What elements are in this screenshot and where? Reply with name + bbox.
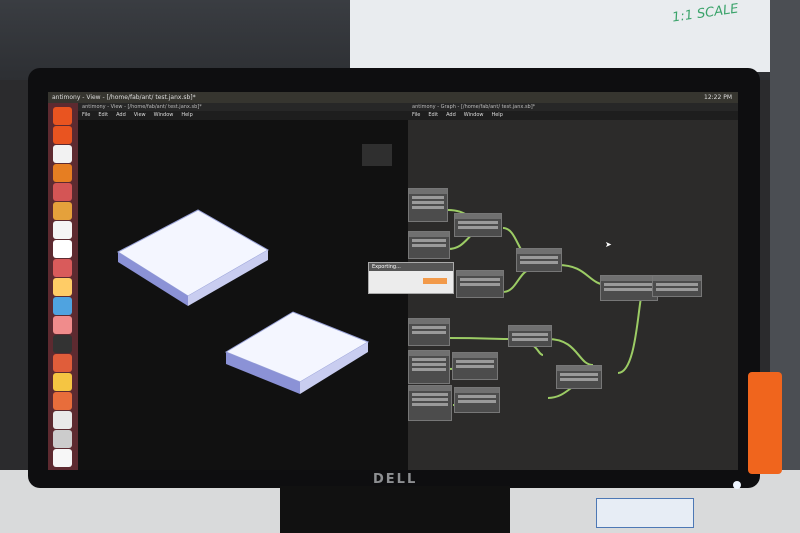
launcher-app-icon[interactable]: [53, 278, 72, 296]
launcher-app-icon[interactable]: [53, 145, 72, 163]
graph-node[interactable]: [652, 275, 702, 297]
business-card: [596, 498, 694, 528]
launcher-app-icon[interactable]: [53, 221, 72, 239]
screen: antimony - View - [/home/fab/ant/ test.j…: [48, 92, 738, 470]
wire: [447, 337, 509, 340]
launcher-app-icon[interactable]: [53, 392, 72, 410]
launcher-app-icon[interactable]: [53, 107, 72, 125]
active-window-title: antimony - View - [/home/fab/ant/ test.j…: [52, 94, 196, 101]
monitor-stand: [280, 486, 510, 533]
graph-node[interactable]: [408, 350, 450, 384]
wire: [617, 292, 644, 374]
viewport-cross-marker: [362, 144, 392, 166]
exporting-dialog[interactable]: Exporting...: [368, 262, 454, 294]
monitor-brand: DELL: [373, 472, 418, 487]
graph-node[interactable]: [556, 365, 602, 389]
graph-node[interactable]: [456, 270, 504, 298]
graph-node[interactable]: [508, 325, 552, 347]
view-menu-window[interactable]: Window: [154, 112, 174, 118]
launcher-app-icon[interactable]: [53, 316, 72, 334]
launcher-app-icon[interactable]: [53, 373, 72, 391]
view-menu-add[interactable]: Add: [116, 112, 126, 118]
3d-viewport[interactable]: [78, 120, 408, 470]
model-part-top: [116, 209, 270, 297]
unity-launcher: [48, 103, 78, 470]
launcher-app-icon[interactable]: [53, 183, 72, 201]
progress-bar: [423, 278, 447, 284]
clock: 12:22 PM: [704, 94, 732, 101]
ubuntu-top-panel: antimony - View - [/home/fab/ant/ test.j…: [48, 92, 738, 103]
launcher-app-icon[interactable]: [53, 259, 72, 277]
mouse-cursor-icon: ➤: [605, 240, 612, 249]
launcher-app-icon[interactable]: [53, 430, 72, 448]
launcher-app-icon[interactable]: [53, 335, 72, 353]
graph-node[interactable]: [454, 387, 500, 413]
launcher-app-icon[interactable]: [53, 202, 72, 220]
wire: [547, 338, 594, 366]
view-menu-edit[interactable]: Edit: [98, 112, 108, 118]
dialog-title: Exporting...: [369, 263, 453, 271]
graph-node[interactable]: [408, 385, 452, 421]
view-menu-view[interactable]: View: [134, 112, 146, 118]
view-window-title: antimony - View - [/home/fab/ant/ test.j…: [82, 104, 202, 110]
view-menu-help[interactable]: Help: [181, 112, 192, 118]
view-titlebar: antimony - View - [/home/fab/ant/ test.j…: [78, 103, 408, 111]
launcher-app-icon[interactable]: [53, 126, 72, 144]
graph-node[interactable]: [452, 352, 498, 380]
view-menu-file[interactable]: File: [82, 112, 90, 118]
launcher-app-icon[interactable]: [53, 411, 72, 429]
graph-node[interactable]: [408, 231, 450, 259]
launcher-app-icon[interactable]: [53, 449, 72, 467]
graph-node[interactable]: [454, 213, 502, 237]
launcher-app-icon[interactable]: [53, 240, 72, 258]
graph-window: antimony - Graph - [/home/fab/ant/ test.…: [408, 103, 738, 470]
power-led[interactable]: [733, 481, 741, 489]
graph-node[interactable]: [516, 248, 562, 272]
launcher-app-icon[interactable]: [53, 164, 72, 182]
graph-node[interactable]: [408, 188, 448, 222]
graph-node[interactable]: [408, 318, 450, 346]
pen-holder: [748, 372, 782, 474]
launcher-app-icon[interactable]: [53, 354, 72, 372]
launcher-app-icon[interactable]: [53, 297, 72, 315]
graph-node[interactable]: [600, 275, 658, 301]
view-window: antimony - View - [/home/fab/ant/ test.j…: [78, 103, 408, 470]
view-menubar: File Edit Add View Window Help: [78, 111, 408, 120]
